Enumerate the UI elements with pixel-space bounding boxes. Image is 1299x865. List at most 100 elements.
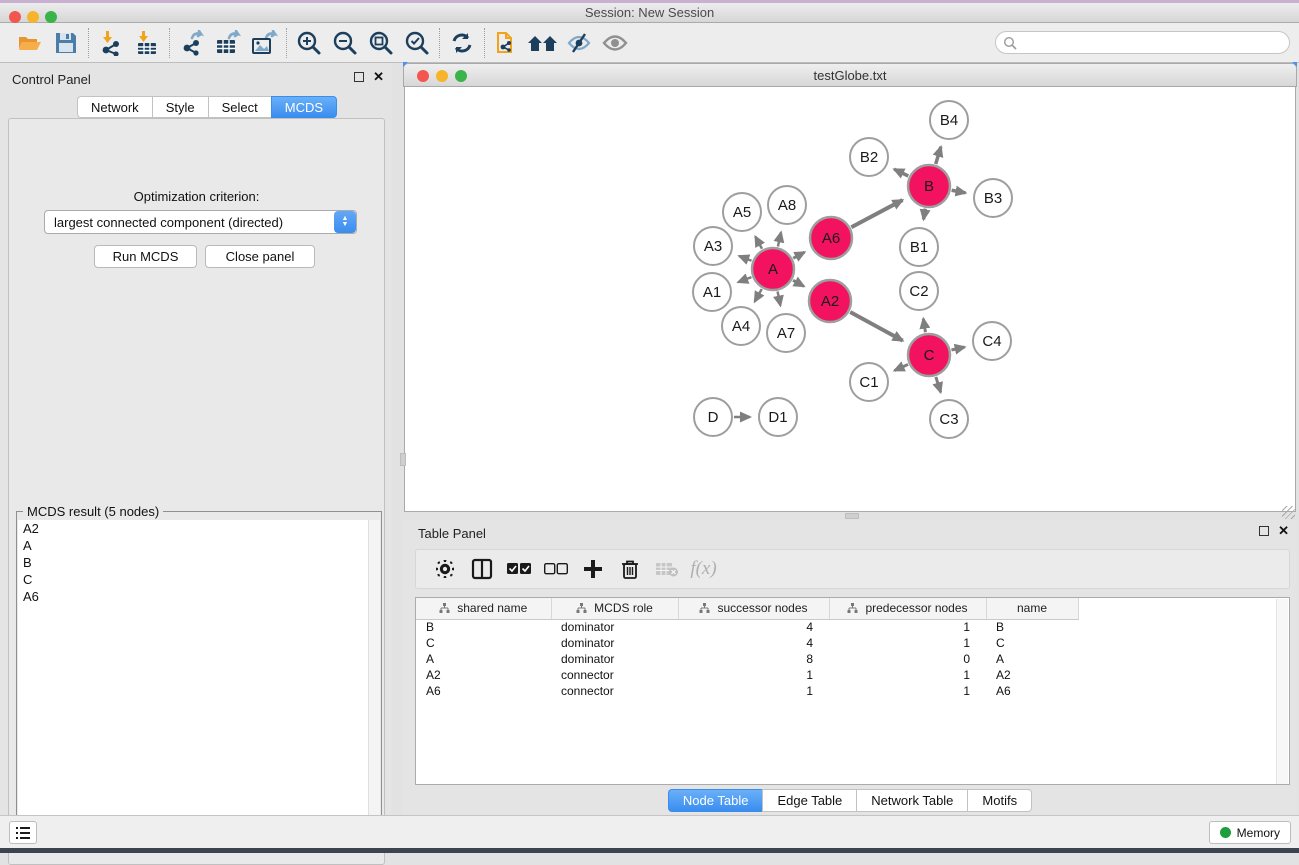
tab-network[interactable]: Network <box>77 96 152 118</box>
network-window-titlebar[interactable]: testGlobe.txt <box>403 63 1297 87</box>
edge-C-C4[interactable] <box>951 347 964 350</box>
graph-node-D[interactable]: D <box>694 398 732 436</box>
result-item[interactable]: A6 <box>18 588 369 605</box>
cell[interactable]: 1 <box>829 619 986 635</box>
graph-node-B[interactable]: B <box>908 165 950 207</box>
cell[interactable]: C <box>416 635 551 651</box>
graph-node-A4[interactable]: A4 <box>722 307 760 345</box>
edge-C-C1[interactable] <box>895 364 908 370</box>
memory-button[interactable]: Memory <box>1209 821 1291 844</box>
create-column-button[interactable] <box>574 552 611 586</box>
resize-grip[interactable] <box>1282 506 1295 519</box>
edge-A-A2[interactable] <box>793 280 804 286</box>
cell[interactable]: 1 <box>829 667 986 683</box>
edge-A-A3[interactable] <box>739 256 751 261</box>
zoom-out-button[interactable] <box>327 26 363 60</box>
graph-node-A5[interactable]: A5 <box>723 193 761 231</box>
open-session-button[interactable] <box>12 26 48 60</box>
float-panel-icon[interactable] <box>1259 526 1269 536</box>
result-item[interactable]: C <box>18 571 369 588</box>
zoom-in-button[interactable] <box>291 26 327 60</box>
criterion-select[interactable]: largest connected component (directed) ▲… <box>44 210 357 234</box>
cell[interactable]: 4 <box>678 619 829 635</box>
cell[interactable]: 1 <box>678 667 829 683</box>
hide-details-button[interactable] <box>561 26 597 60</box>
graph-node-B2[interactable]: B2 <box>850 138 888 176</box>
cell[interactable]: A <box>986 651 1078 667</box>
mcds-result-list[interactable]: A2ABCA6 <box>18 520 369 852</box>
network-zoom-traffic-light[interactable] <box>455 70 467 82</box>
cell[interactable]: A6 <box>986 683 1078 699</box>
column-header-successor-nodes[interactable]: successor nodes <box>678 598 829 619</box>
tab-edge-table[interactable]: Edge Table <box>762 789 856 812</box>
graph-node-A1[interactable]: A1 <box>693 273 731 311</box>
edge-A-A6[interactable] <box>793 252 804 258</box>
cell[interactable]: 1 <box>678 683 829 699</box>
show-details-button[interactable] <box>597 26 633 60</box>
run-mcds-button[interactable]: Run MCDS <box>94 245 197 268</box>
delete-column-button[interactable] <box>611 552 648 586</box>
graph-node-C3[interactable]: C3 <box>930 400 968 438</box>
cell[interactable]: dominator <box>551 619 678 635</box>
tab-network-table[interactable]: Network Table <box>856 789 967 812</box>
close-panel-button[interactable]: Close panel <box>205 245 315 268</box>
result-item[interactable]: B <box>18 554 369 571</box>
table-row[interactable]: A6connector11A6 <box>416 683 1078 699</box>
table-scrollbar[interactable] <box>1276 599 1288 785</box>
vertical-scroll-thumb[interactable] <box>400 453 406 466</box>
tab-mcds[interactable]: MCDS <box>271 96 337 118</box>
tab-select[interactable]: Select <box>208 96 271 118</box>
cell[interactable]: B <box>416 619 551 635</box>
close-panel-icon[interactable]: ✕ <box>1278 526 1289 536</box>
export-table-button[interactable] <box>210 26 246 60</box>
refresh-button[interactable] <box>444 26 480 60</box>
zoom-selected-button[interactable] <box>399 26 435 60</box>
graph-node-C2[interactable]: C2 <box>900 272 938 310</box>
deselect-all-rows-button[interactable] <box>537 552 574 586</box>
edge-A-A1[interactable] <box>738 277 751 282</box>
tab-motifs[interactable]: Motifs <box>967 789 1032 812</box>
graph-node-B3[interactable]: B3 <box>974 179 1012 217</box>
cell[interactable]: connector <box>551 683 678 699</box>
show-columns-button[interactable] <box>463 552 500 586</box>
graph-node-C1[interactable]: C1 <box>850 363 888 401</box>
close-traffic-light[interactable] <box>9 11 21 23</box>
result-item[interactable]: A <box>18 537 369 554</box>
table-row[interactable]: Adominator80A <box>416 651 1078 667</box>
cell[interactable]: dominator <box>551 651 678 667</box>
edge-B-B3[interactable] <box>952 190 966 193</box>
table-row[interactable]: Bdominator41B <box>416 619 1078 635</box>
cell[interactable]: A2 <box>416 667 551 683</box>
import-network-button[interactable] <box>93 26 129 60</box>
table-row[interactable]: Cdominator41C <box>416 635 1078 651</box>
cell[interactable]: dominator <box>551 635 678 651</box>
function-builder-button[interactable]: f(x) <box>685 552 722 586</box>
network-canvas[interactable]: AA1A2A3A4A5A6A7A8BB1B2B3B4CC1C2C3C4DD1 <box>404 87 1296 512</box>
column-header-name[interactable]: name <box>986 598 1078 619</box>
new-network-file-button[interactable] <box>489 26 525 60</box>
home-button[interactable] <box>525 26 561 60</box>
cell[interactable]: 1 <box>829 635 986 651</box>
result-item[interactable]: A2 <box>18 520 369 537</box>
graph-node-C[interactable]: C <box>908 334 950 376</box>
cell[interactable]: connector <box>551 667 678 683</box>
cell[interactable]: A <box>416 651 551 667</box>
graph-node-B1[interactable]: B1 <box>900 228 938 266</box>
node-table-body[interactable]: Bdominator41BCdominator41CAdominator80AA… <box>416 619 1078 699</box>
network-minimize-traffic-light[interactable] <box>436 70 448 82</box>
edge-A-A5[interactable] <box>755 237 762 249</box>
graph-node-A[interactable]: A <box>752 248 794 290</box>
close-panel-icon[interactable]: ✕ <box>373 72 384 82</box>
network-graph[interactable]: AA1A2A3A4A5A6A7A8BB1B2B3B4CC1C2C3C4DD1 <box>405 87 1297 512</box>
node-table-header[interactable]: shared nameMCDS rolesuccessor nodesprede… <box>416 598 1078 619</box>
graph-node-D1[interactable]: D1 <box>759 398 797 436</box>
edge-C-C3[interactable] <box>936 377 941 392</box>
edge-A-A8[interactable] <box>778 232 781 246</box>
export-image-button[interactable] <box>246 26 282 60</box>
graph-node-A2[interactable]: A2 <box>809 280 851 322</box>
cell[interactable]: 4 <box>678 635 829 651</box>
edge-C-C2[interactable] <box>923 319 925 333</box>
cell[interactable]: C <box>986 635 1078 651</box>
graph-node-A8[interactable]: A8 <box>768 186 806 224</box>
graph-node-A6[interactable]: A6 <box>810 217 852 259</box>
